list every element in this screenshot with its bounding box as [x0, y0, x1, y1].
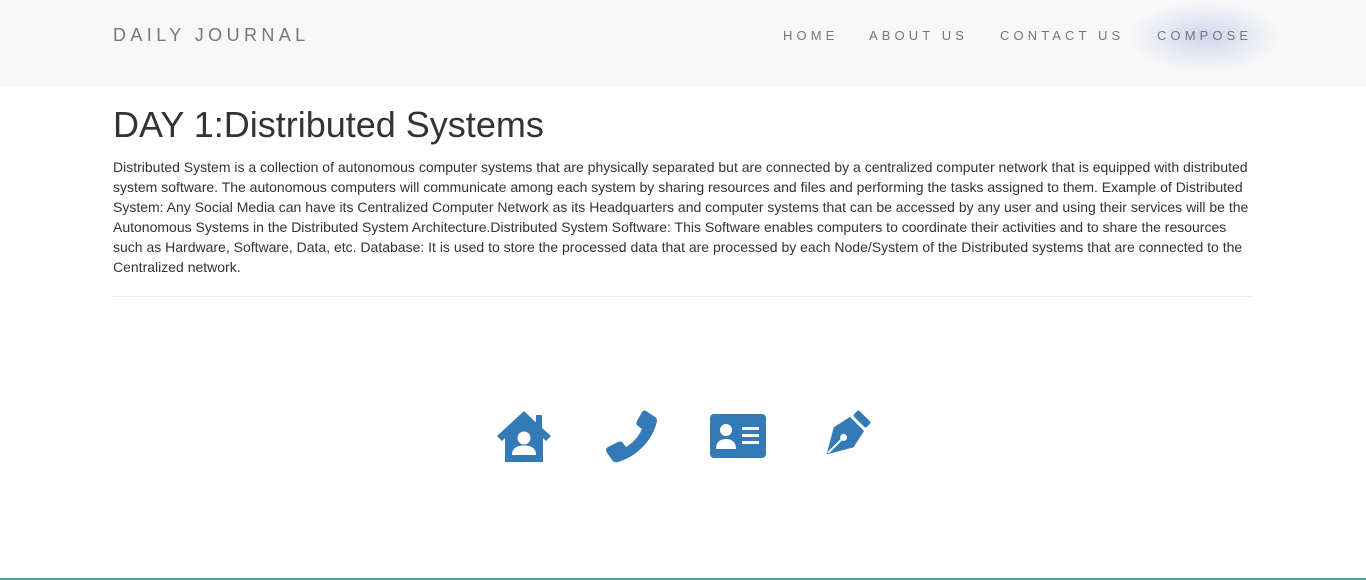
- phone-icon[interactable]: [601, 408, 661, 464]
- brand-link[interactable]: DAILY JOURNAL: [113, 25, 310, 46]
- navbar: DAILY JOURNAL HOME ABOUT US CONTACT US C…: [0, 0, 1366, 86]
- house-user-icon[interactable]: [494, 408, 554, 464]
- nav-compose-link[interactable]: COMPOSE: [1157, 28, 1252, 43]
- nav-contact-link[interactable]: CONTACT US: [1000, 28, 1124, 43]
- nav-home-link[interactable]: HOME: [783, 28, 838, 43]
- divider: [113, 296, 1253, 297]
- post-body: Distributed System is a collection of au…: [113, 159, 1249, 275]
- post-title: DAY 1:Distributed Systems: [113, 104, 544, 145]
- address-card-icon[interactable]: [708, 408, 768, 464]
- pen-nib-icon[interactable]: [815, 408, 875, 464]
- nav-about-link[interactable]: ABOUT US: [869, 28, 968, 43]
